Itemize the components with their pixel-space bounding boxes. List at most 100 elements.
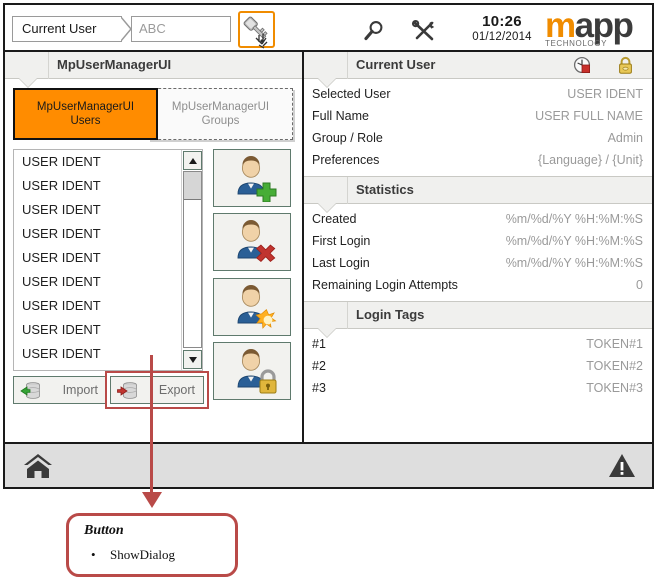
statistic-row: Last Login %m/%d/%Y %H:%M:%S	[304, 253, 652, 275]
list-item[interactable]: USER IDENT	[14, 294, 202, 318]
add-user-button[interactable]	[213, 149, 291, 207]
annotation-title: Button	[84, 523, 124, 538]
left-panel: MpUserManagerUI MpUserManagerUI Groups M…	[5, 52, 304, 442]
statistic-value: %m/%d/%Y %H:%M:%S	[505, 256, 643, 270]
statistic-row: First Login %m/%d/%Y %H:%M:%S	[304, 231, 652, 253]
scrollbar-thumb[interactable]	[184, 172, 201, 200]
clock-icon[interactable]	[573, 56, 592, 75]
tab-groups-line2: Groups	[201, 115, 240, 127]
hand-cursor-icon	[255, 34, 268, 49]
statistics-section: Created %m/%d/%Y %H:%M:%S First Login %m…	[304, 204, 652, 302]
tab-users-line1: MpUserManagerUI	[36, 101, 135, 113]
login-tag-value: TOKEN#2	[586, 359, 643, 373]
login-tag-value: TOKEN#1	[586, 337, 643, 351]
login-tag-key: #1	[312, 337, 326, 351]
clock-date: 01/12/2014	[472, 31, 532, 43]
tab-groups[interactable]: MpUserManagerUI Groups	[148, 88, 293, 140]
statistics-header: Statistics	[304, 177, 652, 213]
list-item[interactable]: USER IDENT	[14, 222, 202, 246]
user-delete-icon	[237, 220, 276, 262]
statistic-value: %m/%d/%Y %H:%M:%S	[505, 212, 643, 226]
padlock-icon[interactable]	[616, 56, 635, 75]
import-button[interactable]: Import	[13, 376, 107, 404]
cu-header-notch	[318, 78, 336, 87]
logo-wordmark: mapp	[545, 8, 649, 43]
list-item[interactable]: USER IDENT	[14, 246, 202, 270]
database-import-icon	[20, 382, 40, 399]
export-annotation-highlight	[105, 371, 209, 409]
user-list[interactable]: USER IDENT USER IDENT USER IDENT USER ID…	[13, 149, 203, 371]
statistic-row: Remaining Login Attempts 0	[304, 275, 652, 297]
user-reset-icon	[237, 285, 277, 329]
statistic-key: First Login	[312, 234, 371, 248]
user-details-section: Selected User USER IDENT Full Name USER …	[304, 79, 652, 177]
user-lock-icon	[237, 349, 277, 394]
search-icon[interactable]	[361, 19, 387, 43]
current-user-header: Current User	[304, 52, 652, 88]
login-tags-header: Login Tags	[304, 302, 652, 338]
login-tag-row: #1 TOKEN#1	[304, 334, 652, 356]
detail-key: Selected User	[312, 87, 391, 101]
home-icon[interactable]	[23, 453, 53, 480]
clock-display: 10:26 01/12/2014	[457, 13, 547, 43]
statistics-title: Statistics	[356, 182, 414, 197]
login-tag-row: #2 TOKEN#2	[304, 356, 652, 378]
scroll-down-button[interactable]	[183, 350, 202, 369]
current-user-value[interactable]: ABC	[131, 16, 231, 42]
status-bar	[5, 442, 652, 487]
user-list-scrollbar[interactable]	[181, 150, 202, 370]
detail-value: Admin	[607, 131, 643, 145]
statistic-row: Created %m/%d/%Y %H:%M:%S	[304, 209, 652, 231]
screenshot-root: Current User ABC 10:26 01/12/2014 mapp T…	[0, 0, 657, 586]
annotation-arrow-stem	[150, 355, 153, 497]
delete-user-button[interactable]	[213, 213, 291, 271]
annotation-callout: Button • ShowDialog	[66, 513, 238, 577]
statistic-value: %m/%d/%Y %H:%M:%S	[505, 234, 643, 248]
current-user-title: Current User	[356, 57, 436, 72]
tags-header-notch-cell	[304, 302, 348, 329]
detail-key: Preferences	[312, 153, 380, 167]
reset-user-button[interactable]	[213, 278, 291, 336]
login-tag-key: #3	[312, 381, 326, 395]
detail-value: {Language} / {Unit}	[538, 153, 643, 167]
detail-key: Full Name	[312, 109, 369, 123]
cu-header-notch-cell	[304, 52, 348, 79]
tab-groups-line1: MpUserManagerUI	[171, 101, 270, 113]
lock-user-button[interactable]	[213, 342, 291, 400]
statistic-key: Remaining Login Attempts	[312, 278, 458, 292]
list-item[interactable]: USER IDENT	[14, 270, 202, 294]
statistic-key: Created	[312, 212, 357, 226]
list-item[interactable]: USER IDENT	[14, 342, 202, 366]
tab-users-line2: Users	[70, 115, 101, 127]
mapp-logo: mapp TECHNOLOGY	[545, 8, 649, 49]
user-add-icon	[237, 156, 277, 202]
stats-header-notch	[318, 203, 336, 212]
clock-time: 10:26	[482, 13, 522, 30]
list-item[interactable]: USER IDENT	[14, 174, 202, 198]
left-header-notch-cell	[5, 52, 49, 79]
annotation-bullet-label: ShowDialog	[110, 547, 175, 562]
left-panel-title: MpUserManagerUI	[57, 57, 172, 72]
tools-icon[interactable]	[411, 19, 437, 43]
detail-row: Group / Role Admin	[304, 128, 652, 150]
login-tag-value: TOKEN#3	[586, 381, 643, 395]
stats-header-notch-cell	[304, 177, 348, 204]
detail-value: USER FULL NAME	[535, 109, 643, 123]
list-item[interactable]: USER IDENT	[14, 318, 202, 342]
detail-row: Full Name USER FULL NAME	[304, 106, 652, 128]
bullet-dot-icon: •	[91, 547, 96, 562]
current-user-label: Current User	[12, 16, 132, 42]
left-panel-header: MpUserManagerUI	[5, 52, 302, 88]
scrollbar-track[interactable]	[183, 171, 202, 348]
list-item[interactable]: USER IDENT	[14, 198, 202, 222]
tab-users[interactable]: MpUserManagerUI Users	[13, 88, 158, 140]
detail-key: Group / Role	[312, 131, 383, 145]
scroll-up-button[interactable]	[183, 151, 202, 170]
login-tag-key: #2	[312, 359, 326, 373]
list-item[interactable]: USER IDENT	[14, 150, 202, 174]
login-tags-section: #1 TOKEN#1 #2 TOKEN#2 #3 TOKEN#3	[304, 329, 652, 404]
detail-value: USER IDENT	[567, 87, 643, 101]
warning-icon[interactable]	[608, 453, 636, 479]
login-tag-row: #3 TOKEN#3	[304, 378, 652, 400]
hmi-screen: Current User ABC 10:26 01/12/2014 mapp T…	[3, 3, 654, 489]
